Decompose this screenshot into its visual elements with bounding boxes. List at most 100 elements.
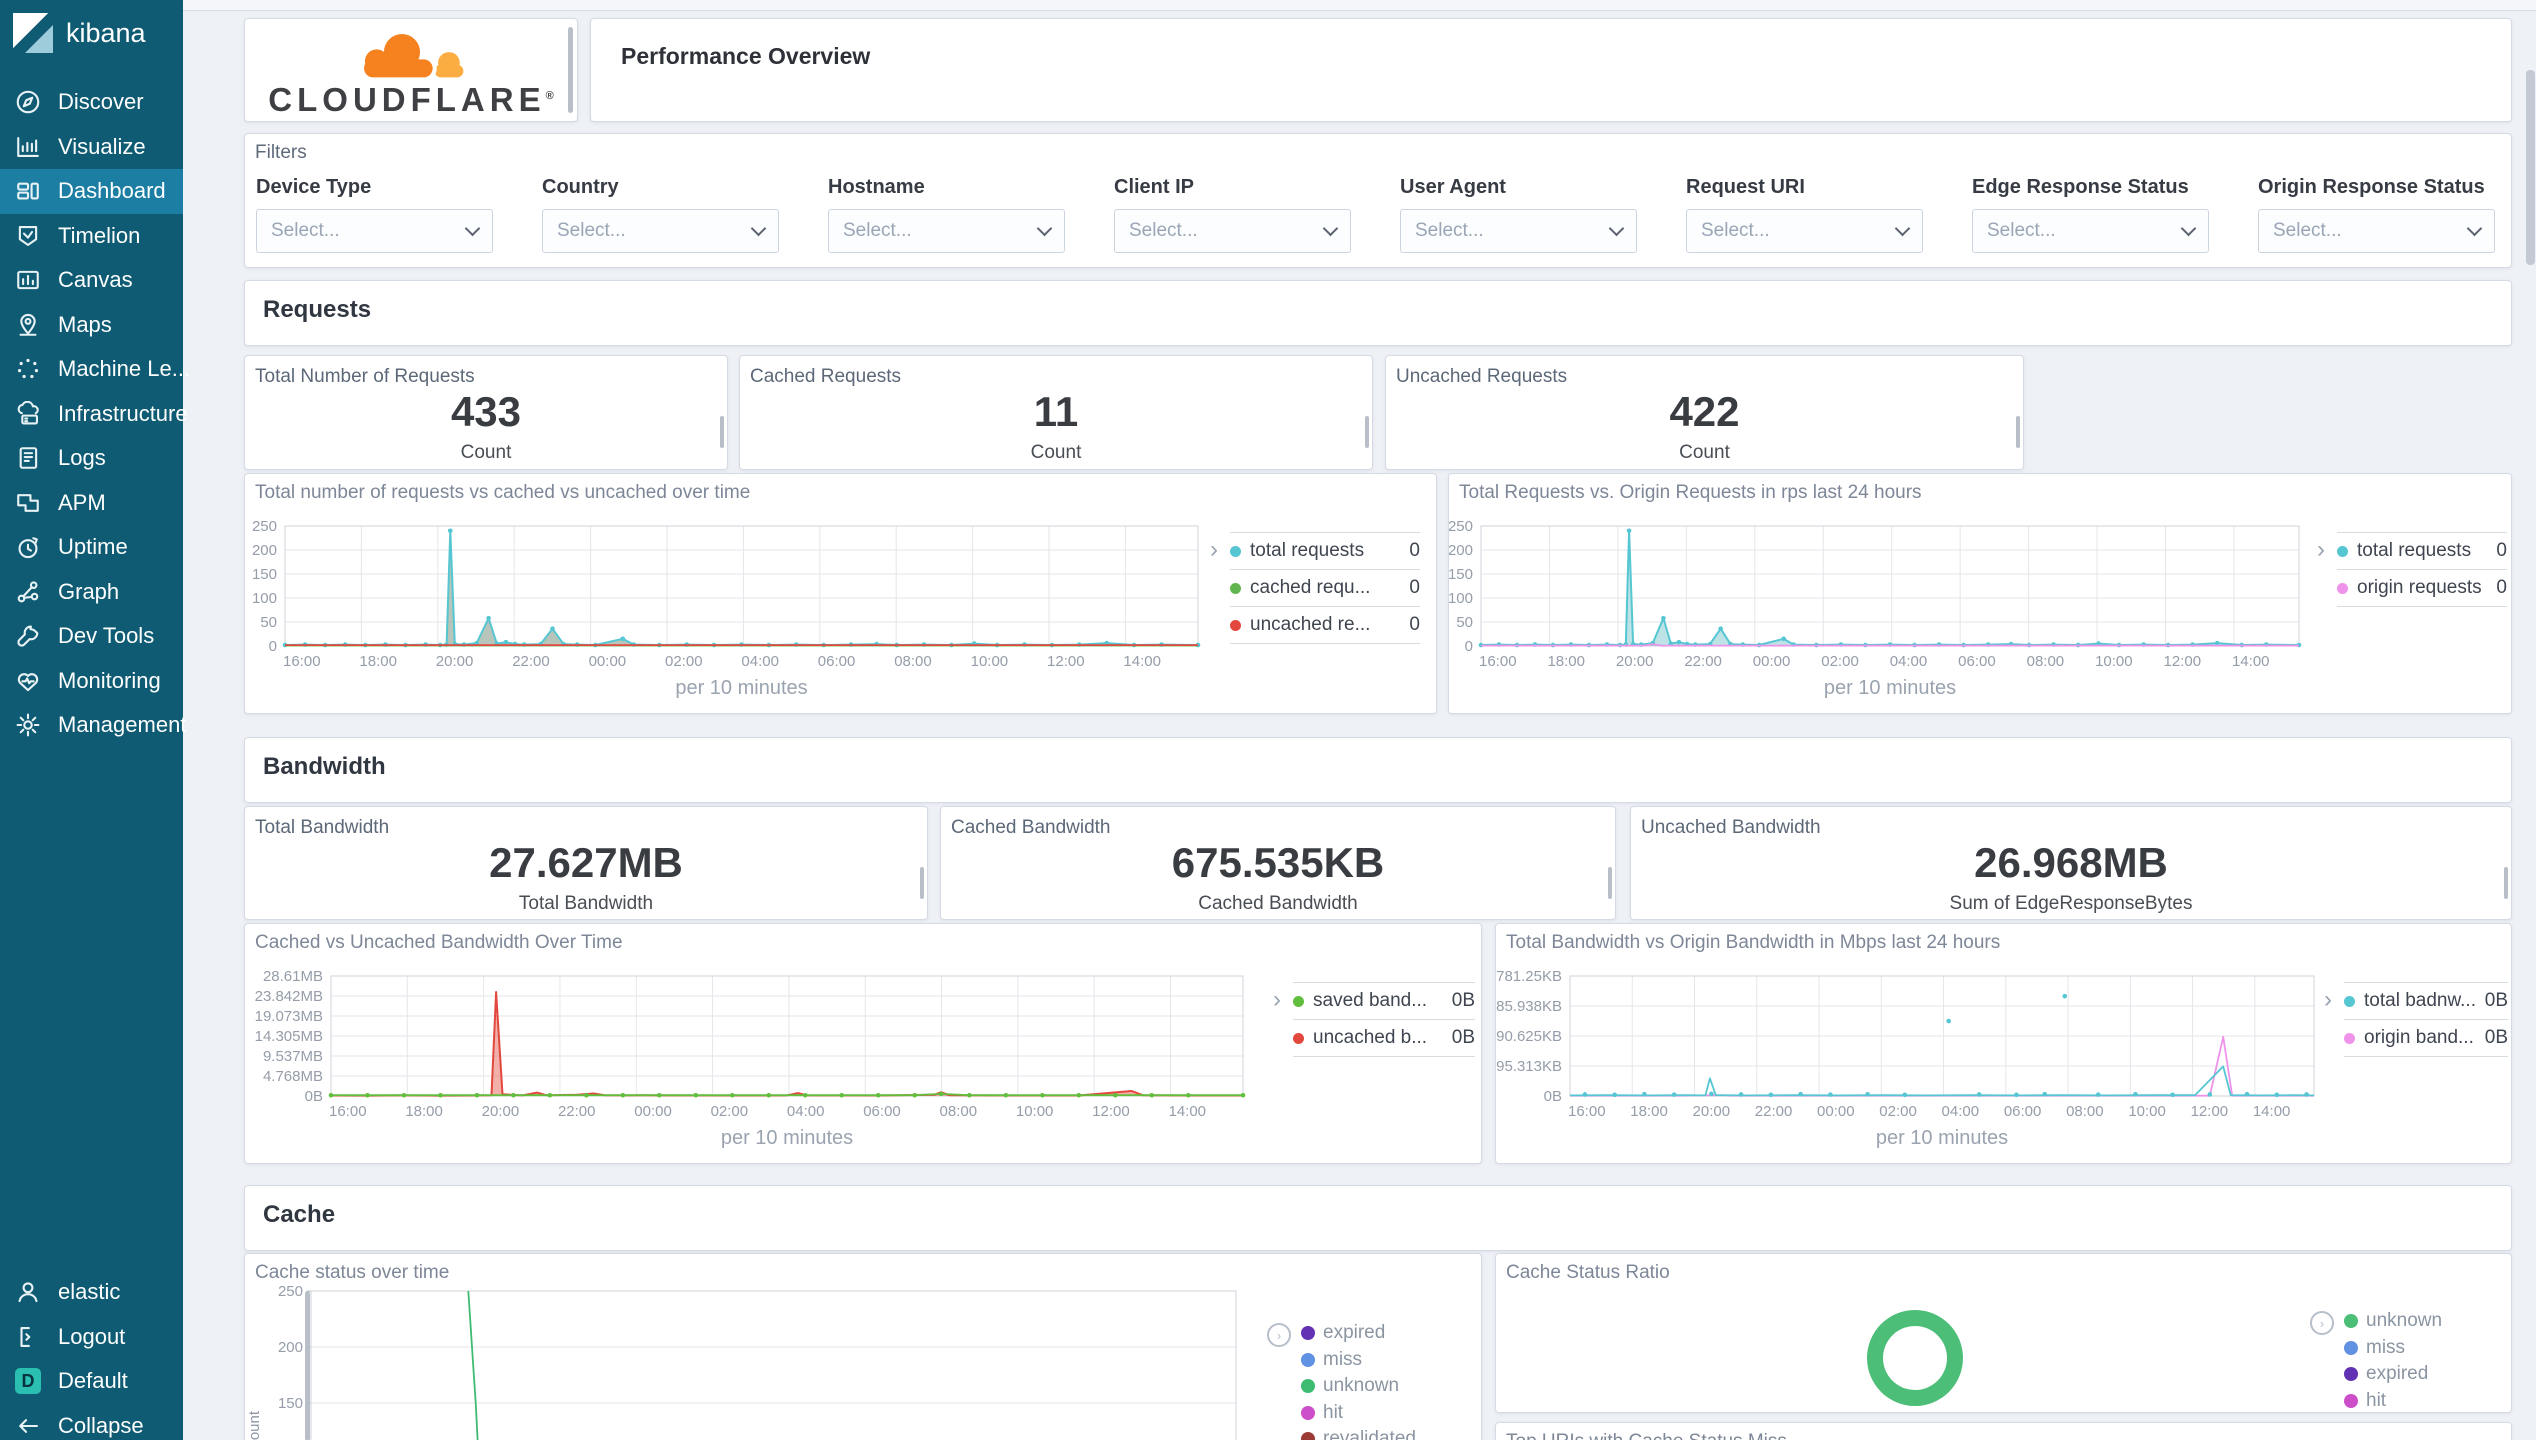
sidebar-item-management[interactable]: Management	[0, 703, 186, 748]
legend-expand-icon[interactable]: ›	[2324, 988, 2332, 1012]
legend-expand-icon[interactable]: ›	[2317, 538, 2325, 562]
filter-select-request-uri[interactable]: Select...	[1686, 209, 1923, 253]
legend-item-revalidated[interactable]: revalidated	[1301, 1426, 1473, 1440]
sidebar-item-logout[interactable]: Logout	[0, 1315, 183, 1360]
chart-panel-cached-vs-uncached-bandwidth: Cached vs Uncached Bandwidth Over Time 0B…	[244, 923, 1482, 1164]
filter-select-origin-response-status[interactable]: Select...	[2258, 209, 2495, 253]
svg-text:390.625KB: 390.625KB	[1496, 1028, 1562, 1045]
panel-scrollbar[interactable]	[2504, 867, 2508, 899]
sidebar-item-dev-tools[interactable]: Dev Tools	[0, 614, 183, 659]
legend-color-dot	[1230, 619, 1241, 631]
legend-item-saved-band-[interactable]: saved band... 0B	[1293, 982, 1475, 1020]
legend-item-miss[interactable]: miss	[1301, 1347, 1473, 1374]
legend-item-uncached-b-[interactable]: uncached b... 0B	[1293, 1020, 1475, 1057]
panel-scrollbar[interactable]	[1365, 416, 1369, 448]
sidebar-item-dashboard[interactable]: Dashboard	[0, 169, 183, 214]
legend-item-expired[interactable]: expired	[1301, 1320, 1473, 1347]
sidebar-item-timelion[interactable]: Timelion	[0, 214, 183, 259]
sidebar-item-default[interactable]: D Default	[0, 1359, 183, 1404]
filter-select-country[interactable]: Select...	[542, 209, 779, 253]
monitoring-icon	[15, 668, 41, 694]
sidebar-item-machine-le[interactable]: Machine Le...	[0, 347, 190, 392]
sidebar-item-canvas[interactable]: Canvas	[0, 258, 183, 303]
metric-panel-bandwidth-1: Cached Bandwidth 675.535KB Cached Bandwi…	[940, 806, 1616, 920]
sidebar-item-elastic[interactable]: elastic	[0, 1270, 183, 1315]
select-placeholder: Select...	[1987, 220, 2056, 241]
legend-expand-icon[interactable]: ›	[1273, 988, 1281, 1012]
legend-item-total-badnw-[interactable]: total badnw... 0B	[2344, 982, 2508, 1020]
legend-item-hit[interactable]: hit	[1301, 1400, 1473, 1427]
legend-color-dot	[2337, 582, 2348, 594]
sidebar-item-label: Dashboard	[58, 178, 166, 204]
sidebar-item-collapse[interactable]: Collapse	[0, 1404, 183, 1440]
svg-text:18:00: 18:00	[1630, 1103, 1668, 1120]
cloudflare-logo-text: CLOUDFLARE®	[268, 80, 554, 118]
legend-label: saved band...	[1313, 990, 1428, 1011]
svg-text:00:00: 00:00	[1817, 1103, 1855, 1120]
metric-label: Total Bandwidth	[518, 893, 654, 914]
filter-field-edge-response-status: Edge Response Status Select...	[1972, 176, 2209, 253]
sidebar-item-label: Discover	[58, 89, 144, 115]
sidebar-item-maps[interactable]: Maps	[0, 303, 183, 348]
svg-text:08:00: 08:00	[2066, 1103, 2104, 1120]
svg-text:16:00: 16:00	[1479, 653, 1517, 670]
panel-scrollbar[interactable]	[920, 867, 924, 899]
sidebar-item-visualize[interactable]: Visualize	[0, 125, 183, 170]
legend-color-dot	[2344, 1340, 2358, 1355]
filter-select-hostname[interactable]: Select...	[828, 209, 1065, 253]
legend-item-uncached-re-[interactable]: uncached re... 0	[1230, 607, 1420, 644]
legend-item-miss[interactable]: miss	[2344, 1335, 2504, 1362]
legend-expand-icon[interactable]: ›	[1267, 1323, 1291, 1347]
legend-item-unknown[interactable]: unknown	[2344, 1308, 2504, 1335]
legend-item-origin-requests[interactable]: origin requests 0	[2337, 570, 2507, 607]
filter-select-edge-response-status[interactable]: Select...	[1972, 209, 2209, 253]
svg-text:16:00: 16:00	[283, 653, 321, 670]
legend-item-total-requests[interactable]: total requests 0	[2337, 532, 2507, 570]
svg-text:14:00: 14:00	[2232, 653, 2270, 670]
legend-expand-icon[interactable]: ›	[1210, 538, 1218, 562]
legend-item-unknown[interactable]: unknown	[1301, 1373, 1473, 1400]
filter-field-hostname: Hostname Select...	[828, 176, 1065, 253]
metric-panel-requests-1: Cached Requests 11 Count	[739, 355, 1373, 470]
panel-scrollbar[interactable]	[1608, 867, 1612, 899]
sidebar-item-infrastructure[interactable]: Infrastructure	[0, 392, 188, 437]
svg-text:0: 0	[1465, 638, 1473, 655]
legend-item-origin-band-[interactable]: origin band... 0B	[2344, 1020, 2508, 1057]
legend-color-dot	[2344, 1367, 2358, 1382]
chart-title: Cache Status Ratio	[1506, 1262, 1670, 1283]
legend-label: total badnw...	[2364, 990, 2476, 1011]
filter-field-request-uri: Request URI Select...	[1686, 176, 1923, 253]
legend-item-expired[interactable]: expired	[2344, 1361, 2504, 1388]
chart-legend: total requests 0 origin requests 0	[2337, 532, 2507, 607]
panel-scrollbar[interactable]	[305, 1291, 310, 1440]
legend-item-hit[interactable]: hit	[2344, 1388, 2504, 1415]
filter-select-device-type[interactable]: Select...	[256, 209, 493, 253]
sidebar-item-apm[interactable]: APM	[0, 481, 183, 526]
svg-text:150: 150	[252, 566, 277, 583]
sidebar-item-monitoring[interactable]: Monitoring	[0, 659, 183, 704]
sidebar-item-graph[interactable]: Graph	[0, 570, 183, 615]
svg-text:250: 250	[252, 518, 277, 535]
legend-expand-icon[interactable]: ›	[2310, 1311, 2334, 1335]
legend-value: 0	[2496, 540, 2507, 561]
legend-label: expired	[1323, 1322, 1386, 1344]
panel-scrollbar[interactable]	[720, 416, 724, 448]
kibana-home-link[interactable]: kibana	[0, 0, 183, 66]
svg-text:0B: 0B	[305, 1088, 323, 1105]
sidebar-item-logs[interactable]: Logs	[0, 436, 183, 481]
page-scrollbar[interactable]	[2526, 70, 2535, 265]
legend-item-total-requests[interactable]: total requests 0	[1230, 532, 1420, 570]
filter-select-user-agent[interactable]: Select...	[1400, 209, 1637, 253]
svg-text:50: 50	[260, 614, 277, 631]
registered-mark: ®	[545, 89, 554, 102]
filter-select-client-ip[interactable]: Select...	[1114, 209, 1351, 253]
sidebar-item-uptime[interactable]: Uptime	[0, 525, 183, 570]
panel-scrollbar[interactable]	[568, 27, 573, 113]
legend-item-cached-requ-[interactable]: cached requ... 0	[1230, 570, 1420, 607]
legend-value: 0B	[2484, 990, 2508, 1011]
sidebar-item-label: Uptime	[58, 534, 128, 560]
legend-value: 0B	[1451, 1027, 1475, 1048]
select-placeholder: Select...	[271, 220, 340, 241]
panel-scrollbar[interactable]	[2016, 416, 2020, 448]
sidebar-item-discover[interactable]: Discover	[0, 80, 183, 125]
